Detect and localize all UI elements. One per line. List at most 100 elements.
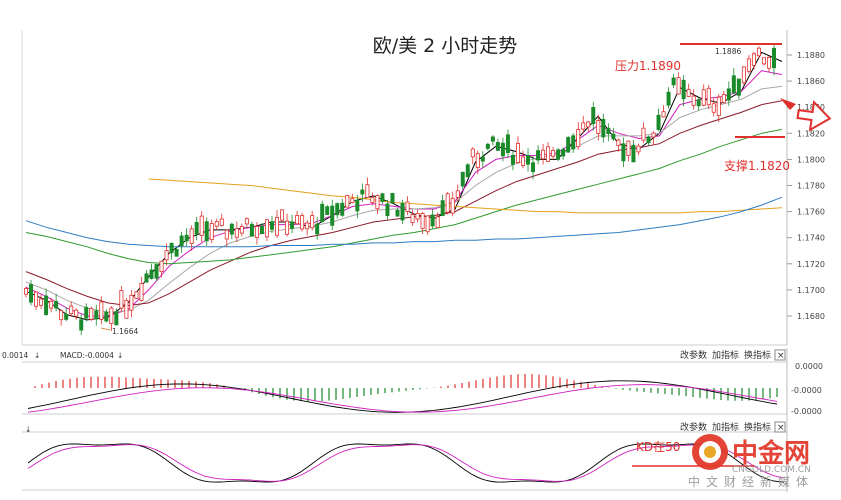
candle-body (74, 309, 79, 317)
candle-body (671, 77, 676, 86)
candle-body (23, 288, 28, 295)
candle-body (144, 273, 149, 283)
chart-title: 欧/美 2 小时走势 (373, 35, 518, 57)
candle-body (275, 216, 280, 236)
candle-body (104, 311, 109, 322)
candle-body (646, 136, 651, 144)
y-tick-label: 1.1760 (797, 208, 825, 217)
resistance-label: 压力1.1890 (615, 59, 681, 73)
candle-body (380, 193, 385, 202)
kd-note: KD在50 (636, 440, 680, 454)
candle-body (295, 215, 300, 225)
candle-body (214, 221, 219, 227)
candle-body (149, 269, 154, 279)
candle-body (219, 218, 224, 226)
candle-body (109, 307, 114, 324)
candle-body (64, 313, 69, 320)
candle-body (199, 215, 204, 236)
macd-chevron-icon: ↓ (117, 351, 123, 360)
candle-body (425, 215, 430, 233)
candle-body (741, 66, 746, 84)
candle-body (631, 144, 636, 163)
candle-body (691, 95, 696, 106)
macd-tick-0: 0.0000 (795, 362, 823, 371)
macd-label: MACD:-0.0004 (60, 351, 114, 360)
candle-body (54, 300, 59, 309)
candle-body (264, 219, 269, 238)
candle-body (435, 216, 440, 229)
candle-body (310, 215, 315, 229)
candle-body (405, 201, 410, 212)
candle-body (194, 221, 199, 235)
candle-body (154, 264, 159, 279)
candle-body (269, 221, 274, 230)
kd-panel: ↓ KD在50 (22, 420, 788, 492)
candle-body (706, 87, 711, 106)
candle-body (234, 228, 239, 238)
candle-body (656, 114, 661, 130)
candle-body (606, 127, 611, 135)
close-icon[interactable]: × (777, 351, 785, 361)
candle-body (626, 140, 631, 157)
watermark-tagline: 中文财经新媒体 (688, 474, 814, 489)
candle-body (686, 89, 691, 97)
close-icon-kd[interactable]: × (777, 423, 785, 433)
candle-body (611, 133, 616, 140)
candle-body (300, 215, 305, 230)
candle-body (430, 214, 435, 227)
switch-indicator-button[interactable]: 换指标 (744, 349, 771, 361)
candle-body (259, 225, 264, 235)
low-label: 1.1664 (112, 327, 138, 336)
candle-body (209, 223, 214, 241)
candle-body (495, 142, 500, 151)
candle-body (475, 153, 480, 168)
candle-body (119, 290, 124, 309)
candle-body (244, 218, 249, 225)
add-indicator-button[interactable]: 加指标 (712, 349, 739, 361)
y-tick-label: 1.1820 (797, 129, 825, 138)
candle-body (641, 127, 646, 141)
switch-indicator-button-kd[interactable]: 换指标 (744, 421, 771, 433)
candle-body (335, 203, 340, 216)
candle-body (666, 91, 671, 106)
candle-body (370, 197, 375, 203)
candle-body (330, 205, 335, 226)
candle-body (79, 319, 84, 331)
candle-body (746, 58, 751, 72)
candle-body (34, 291, 39, 307)
candle-body (89, 308, 94, 320)
macd-histogram (34, 374, 778, 402)
change-params-button-kd[interactable]: 改参数 (680, 421, 707, 433)
candle-body (350, 198, 355, 204)
candle-body (29, 284, 34, 303)
candle-body (696, 99, 701, 107)
candle-body (365, 184, 370, 198)
candle-body (490, 136, 495, 142)
candle-body (189, 228, 194, 244)
candle-body (184, 234, 189, 242)
candle-body (586, 121, 591, 128)
candle-body (390, 193, 395, 204)
candle-body (756, 47, 761, 57)
candle-body (239, 225, 244, 234)
candle-body (44, 295, 49, 316)
forex-chart: 欧/美 2 小时走势 1.18801.18601.18401.18201.180… (2, 30, 832, 492)
candle-body (159, 260, 164, 273)
change-params-button[interactable]: 改参数 (680, 349, 707, 361)
candle-body (681, 79, 686, 100)
candle-body (701, 89, 706, 106)
candle-body (415, 213, 420, 220)
candle-body (129, 294, 134, 311)
candle-body (766, 57, 771, 69)
candle-body (576, 129, 581, 148)
macd-toolbar: 改参数 加指标 换指标 × (680, 349, 786, 361)
annotations: 压力1.1890 支撑1.1820 1.1886 1.1664 (100, 43, 832, 336)
candle-body (571, 135, 576, 150)
candle-body (69, 305, 74, 315)
candle-body (616, 139, 621, 146)
candle-body (410, 214, 415, 223)
candle-body (285, 220, 290, 235)
add-indicator-button-kd[interactable]: 加指标 (712, 421, 739, 433)
y-tick-label: 1.1720 (797, 260, 825, 269)
candle-body (510, 154, 515, 165)
